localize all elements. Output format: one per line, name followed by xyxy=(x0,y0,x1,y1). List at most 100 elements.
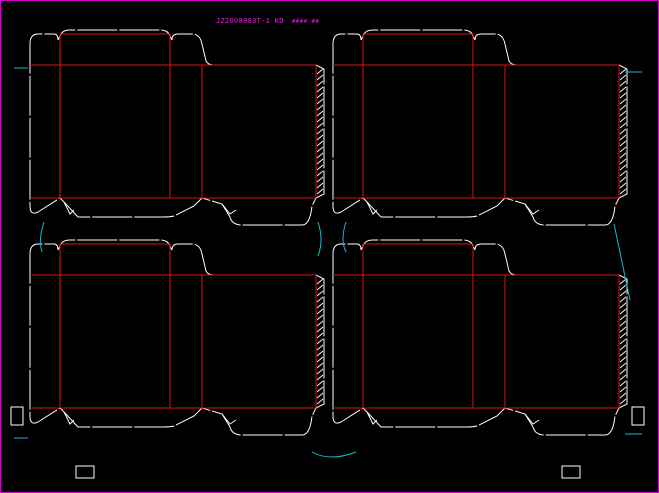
link-mid-1 xyxy=(39,221,45,253)
glue-hatch xyxy=(316,176,324,183)
glue-hatch xyxy=(316,182,324,189)
cut-outline xyxy=(332,239,628,436)
cut-outline xyxy=(29,239,325,436)
glue-hatch xyxy=(316,356,324,363)
link-mid-2 xyxy=(317,221,322,257)
glue-hatch xyxy=(619,176,627,183)
glue-hatch xyxy=(619,374,627,381)
glue-hatch xyxy=(619,146,627,153)
glue-hatch xyxy=(316,104,324,111)
glue-hatch xyxy=(619,344,627,351)
notch-right xyxy=(221,413,237,425)
glue-hatch xyxy=(619,284,627,291)
glue-hatch xyxy=(619,350,627,357)
glue-hatch xyxy=(619,122,627,129)
glue-hatch xyxy=(619,188,627,195)
reg-mark-bottom-right xyxy=(561,465,581,479)
glue-hatch xyxy=(619,326,627,333)
glue-hatch xyxy=(316,116,324,123)
glue-hatch xyxy=(619,302,627,309)
glue-hatch xyxy=(619,332,627,339)
dieline-canvas xyxy=(10,29,645,479)
glue-hatch xyxy=(619,308,627,315)
glue-hatch xyxy=(316,284,324,291)
glue-hatch xyxy=(619,164,627,171)
glue-hatch xyxy=(619,134,627,141)
glue-hatch xyxy=(619,386,627,393)
dieline-layouts xyxy=(29,29,628,436)
glue-hatch xyxy=(316,74,324,81)
glue-hatch xyxy=(316,158,324,165)
glue-hatch xyxy=(316,128,324,135)
notch-right xyxy=(524,413,540,425)
glue-hatch xyxy=(619,314,627,321)
glue-hatch xyxy=(316,80,324,87)
glue-hatch xyxy=(316,86,324,93)
glue-hatch xyxy=(316,188,324,195)
glue-hatch xyxy=(316,350,324,357)
glue-hatch xyxy=(619,338,627,345)
glue-hatch xyxy=(619,182,627,189)
glue-hatch xyxy=(316,152,324,159)
glue-hatch xyxy=(316,308,324,315)
glue-hatch xyxy=(316,368,324,375)
glue-hatch xyxy=(316,92,324,99)
glue-hatch xyxy=(316,344,324,351)
glue-hatch xyxy=(619,104,627,111)
glue-hatch xyxy=(316,392,324,399)
link-bottom-center xyxy=(311,451,357,458)
cut-outline xyxy=(332,29,628,226)
glue-hatch xyxy=(316,296,324,303)
glue-hatch xyxy=(316,362,324,369)
connector-lines xyxy=(14,67,642,458)
glue-hatch xyxy=(619,290,627,297)
glue-hatch xyxy=(316,386,324,393)
reg-mark-right xyxy=(631,406,645,426)
glue-hatch xyxy=(619,140,627,147)
glue-hatch xyxy=(316,170,324,177)
glue-hatch xyxy=(619,152,627,159)
glue-hatch xyxy=(316,278,324,285)
glue-hatch xyxy=(316,320,324,327)
reg-mark-bottom-left xyxy=(75,465,95,479)
glue-hatch xyxy=(619,80,627,87)
glue-hatch xyxy=(316,326,324,333)
glue-hatch xyxy=(619,98,627,105)
glue-hatch xyxy=(316,290,324,297)
glue-hatch xyxy=(316,332,324,339)
glue-hatch xyxy=(619,170,627,177)
glue-hatch xyxy=(619,92,627,99)
notch-right xyxy=(221,203,237,215)
glue-hatch xyxy=(619,356,627,363)
dieline-3 xyxy=(29,239,325,436)
glue-hatch xyxy=(619,368,627,375)
glue-hatch xyxy=(316,398,324,405)
cut-outline xyxy=(29,29,325,226)
glue-hatch xyxy=(316,110,324,117)
glue-hatch xyxy=(316,146,324,153)
glue-hatch xyxy=(316,314,324,321)
glue-hatch xyxy=(316,68,324,75)
glue-hatch xyxy=(316,380,324,387)
glue-hatch xyxy=(619,398,627,405)
dieline-4 xyxy=(332,239,628,436)
glue-hatch xyxy=(619,110,627,117)
glue-hatch xyxy=(619,128,627,135)
notch-right xyxy=(524,203,540,215)
reg-mark-left xyxy=(10,406,24,426)
glue-hatch xyxy=(619,278,627,285)
glue-hatch xyxy=(316,140,324,147)
glue-hatch xyxy=(619,116,627,123)
glue-hatch xyxy=(316,98,324,105)
glue-hatch xyxy=(619,362,627,369)
glue-hatch xyxy=(619,392,627,399)
glue-hatch xyxy=(316,164,324,171)
glue-hatch xyxy=(619,74,627,81)
glue-hatch xyxy=(619,158,627,165)
glue-hatch xyxy=(316,122,324,129)
glue-hatch xyxy=(316,302,324,309)
glue-hatch xyxy=(316,134,324,141)
registration-marks xyxy=(10,406,645,479)
link-mid-3 xyxy=(342,221,347,253)
glue-hatch xyxy=(619,380,627,387)
